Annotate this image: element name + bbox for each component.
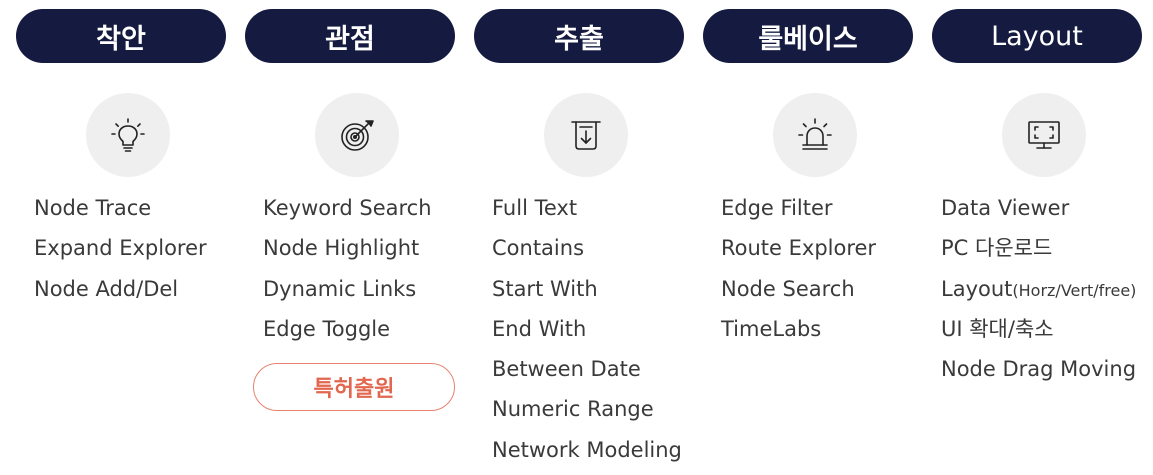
column-header: 관점 xyxy=(245,9,455,63)
item-list: Data Viewer PC 다운로드 Layout(Horz/Vert/fre… xyxy=(941,193,1136,394)
item-list: Node Trace Expand Explorer Node Add/Del xyxy=(34,193,207,314)
item-list: Edge Filter Route Explorer Node Search T… xyxy=(721,193,876,354)
target-icon xyxy=(315,93,399,177)
list-item: Layout(Horz/Vert/free) xyxy=(941,274,1136,314)
column-header: 착안 xyxy=(16,9,226,63)
list-item: Data Viewer xyxy=(941,196,1070,220)
layout-modes: (Horz/Vert/free) xyxy=(1012,280,1137,300)
list-item: Between Date xyxy=(492,357,641,382)
list-item: Node Drag Moving xyxy=(941,357,1137,382)
list-item: Node Highlight xyxy=(263,236,420,261)
column-layout: Layout Data Viewer PC 다운로드 Layout(Horz/V… xyxy=(932,0,1153,466)
list-item: Network Modeling xyxy=(492,437,682,462)
item-list: Full Text Contains Start With End With B… xyxy=(492,193,682,475)
list-item: Node Add/Del xyxy=(34,276,179,301)
list-item: Contains xyxy=(492,236,585,261)
list-item: End With xyxy=(492,316,587,341)
column-extraction: 추출 Full Text Contains Start With End Wit… xyxy=(474,0,704,466)
column-ideation: 착안 Node Trace Expand Explorer Node Add/D… xyxy=(16,0,246,466)
column-perspective: 관점 Keyword Search Node Highlight Dynamic… xyxy=(245,0,475,466)
list-item: Route Explorer xyxy=(721,236,877,261)
extract-download-icon xyxy=(544,93,628,177)
list-item: Start With xyxy=(492,276,598,301)
list-item: Node Search xyxy=(721,276,855,301)
list-item: UI 확대/축소 xyxy=(941,316,1054,341)
list-item: Dynamic Links xyxy=(263,276,417,301)
column-rulebase: 룰베이스 Edge Filter Route Explorer Node Sea… xyxy=(703,0,933,466)
layout-label: Layout xyxy=(941,276,1013,301)
list-item: Expand Explorer xyxy=(34,236,207,261)
list-item: Keyword Search xyxy=(263,196,432,220)
alarm-siren-icon xyxy=(773,93,857,177)
monitor-fullscreen-icon xyxy=(1002,93,1086,177)
list-item: PC 다운로드 xyxy=(941,236,1053,261)
list-item: Edge Toggle xyxy=(263,316,391,341)
column-header: Layout xyxy=(932,9,1142,63)
list-item: Edge Filter xyxy=(721,196,833,220)
list-item: Full Text xyxy=(492,196,578,220)
column-header: 추출 xyxy=(474,9,684,63)
list-item: TimeLabs xyxy=(721,316,822,341)
list-item: Numeric Range xyxy=(492,397,654,422)
patent-pending-badge: 특허출원 xyxy=(253,363,455,411)
lightbulb-icon xyxy=(86,93,170,177)
column-header: 룰베이스 xyxy=(703,9,913,63)
item-list: Keyword Search Node Highlight Dynamic Li… xyxy=(263,193,432,354)
list-item: Node Trace xyxy=(34,196,152,220)
